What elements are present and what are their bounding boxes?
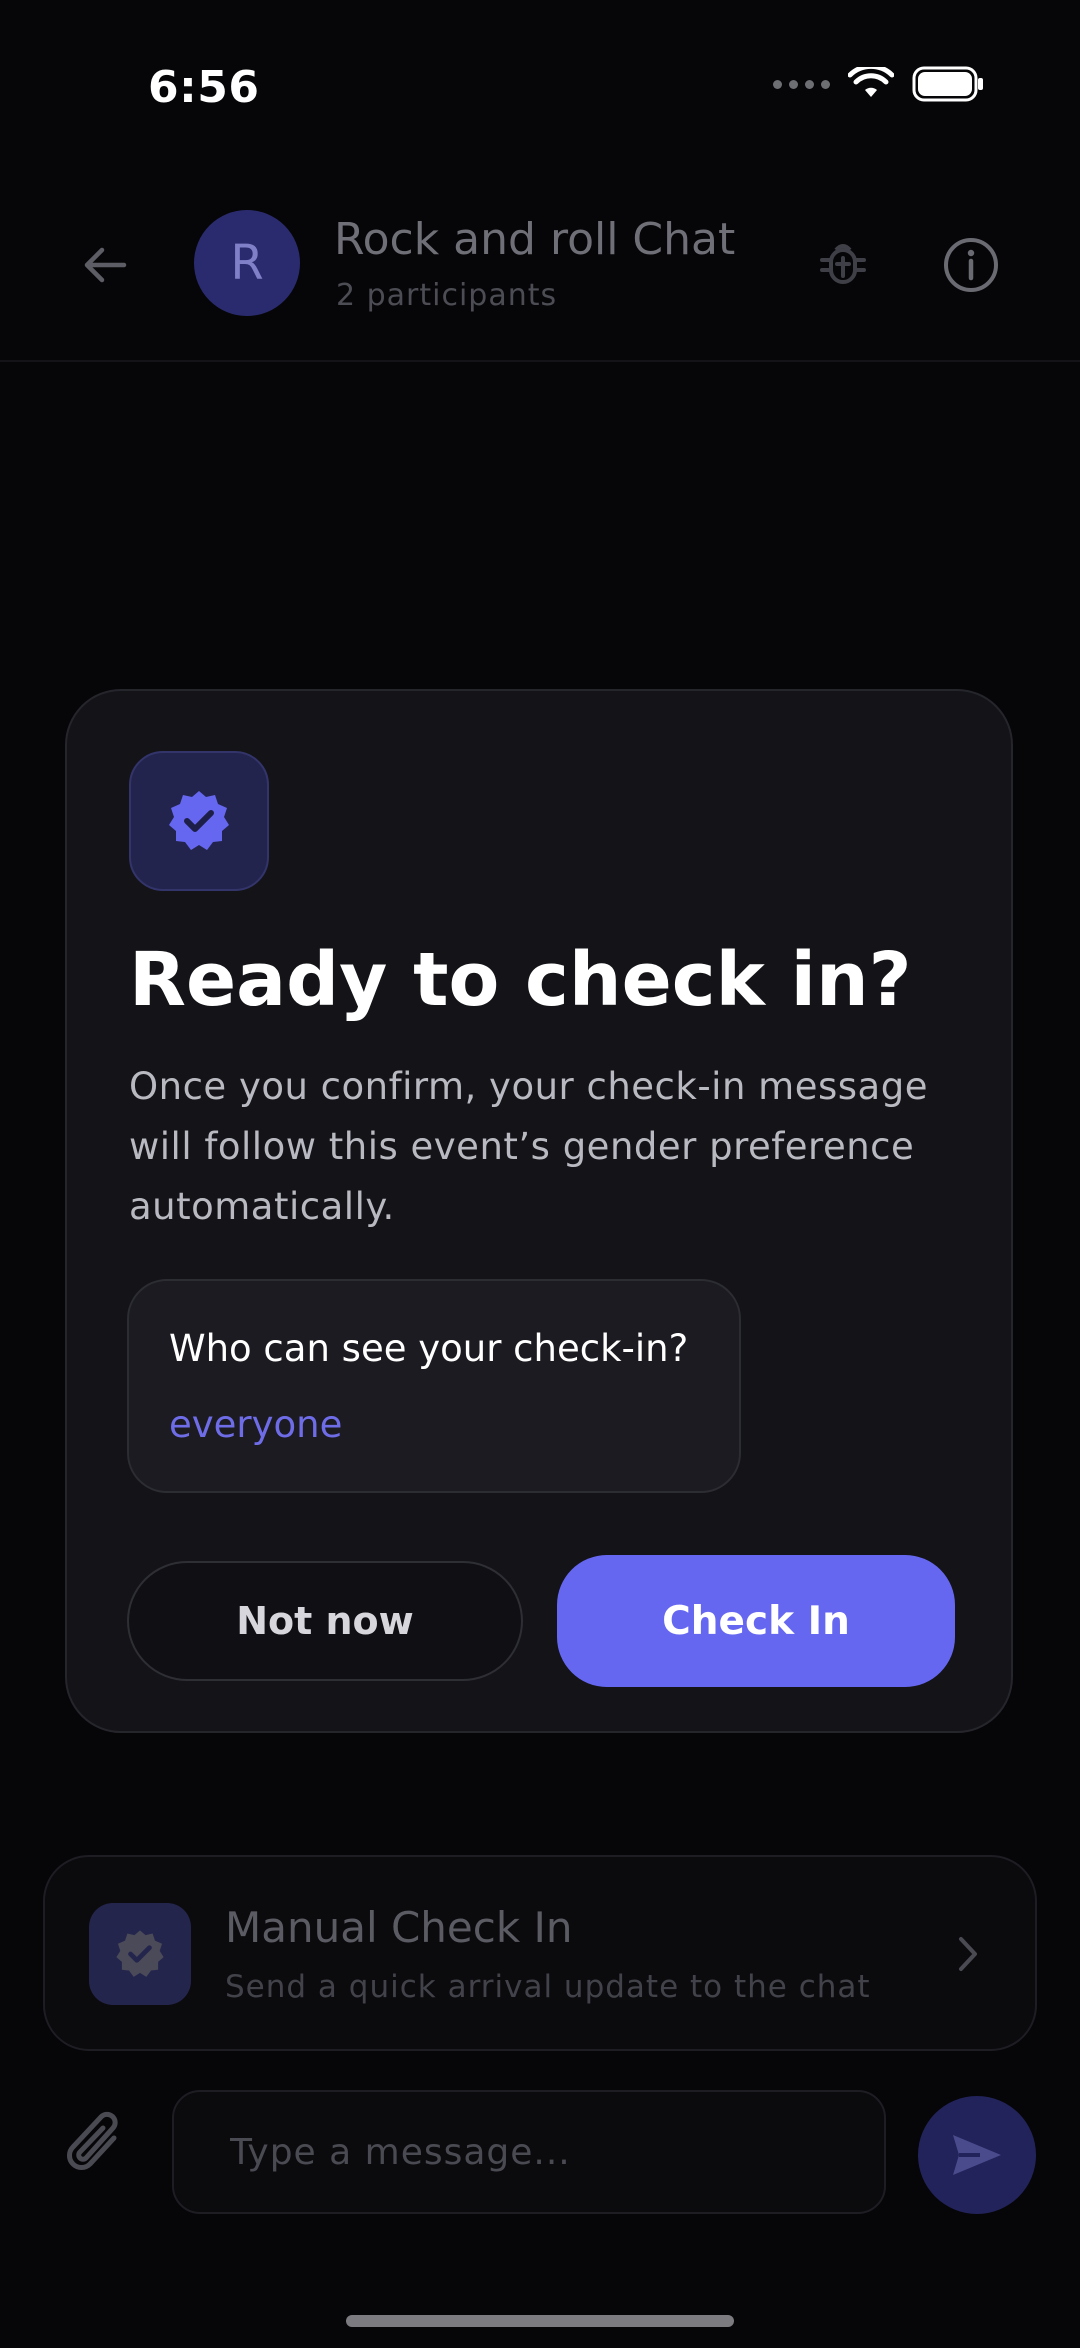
wifi-icon <box>848 67 894 97</box>
verified-badge-icon <box>169 791 229 850</box>
info-icon[interactable] <box>942 236 1000 294</box>
back-arrow-icon[interactable] <box>80 240 130 290</box>
manual-checkin-card[interactable]: Manual Check In Send a quick arrival upd… <box>43 1855 1037 2051</box>
checkin-confirmation-dialog: Ready to check in? Once you confirm, you… <box>65 689 1013 1733</box>
badge-container <box>129 751 269 891</box>
chat-header: R Rock and roll Chat 2 participants <box>0 200 1080 362</box>
send-icon <box>953 2135 1001 2175</box>
avatar[interactable]: R <box>194 210 300 316</box>
status-icons <box>773 66 984 102</box>
dialog-title: Ready to check in? <box>129 937 912 1023</box>
not-now-button[interactable]: Not now <box>127 1561 523 1681</box>
chat-screen: 6:56 R Rock and roll Chat 2 participants <box>0 0 1080 2348</box>
manual-checkin-title: Manual Check In <box>225 1903 573 1952</box>
bug-icon[interactable] <box>816 236 870 290</box>
participants-count: 2 participants <box>336 278 558 313</box>
home-indicator <box>346 2315 734 2327</box>
visibility-value: everyone <box>169 1403 343 1446</box>
cellular-signal-icon <box>773 79 830 89</box>
battery-icon <box>912 66 983 102</box>
check-in-button[interactable]: Check In <box>557 1555 955 1687</box>
visibility-label: Who can see your check-in? <box>169 1327 689 1370</box>
verified-badge-icon <box>116 1930 164 1977</box>
send-button[interactable] <box>918 2096 1036 2214</box>
visibility-info-box: Who can see your check-in? everyone <box>127 1279 741 1493</box>
manual-checkin-icon-container <box>89 1903 191 2005</box>
status-time: 6:56 <box>148 62 260 113</box>
message-input[interactable] <box>172 2090 886 2214</box>
chevron-right-icon <box>959 1937 977 1971</box>
paperclip-icon[interactable] <box>64 2108 128 2184</box>
chat-title[interactable]: Rock and roll Chat <box>334 214 735 265</box>
dialog-description: Once you confirm, your check-in message … <box>129 1065 928 1228</box>
manual-checkin-subtitle: Send a quick arrival update to the chat <box>225 1969 871 2005</box>
